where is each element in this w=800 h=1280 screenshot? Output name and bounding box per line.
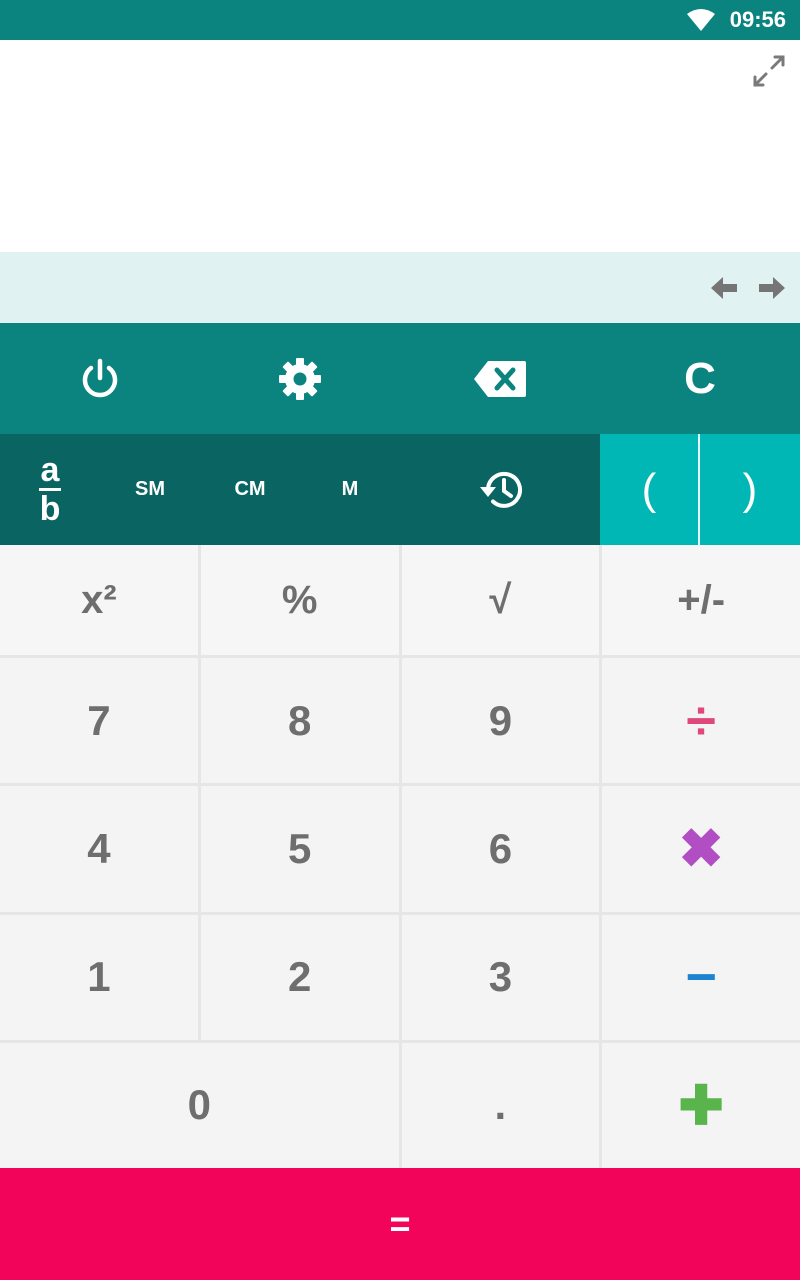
close-paren-button[interactable]: ) [700, 434, 800, 545]
square-button[interactable]: x² [0, 545, 198, 655]
calculator-app: 09:56 C a b SM CM M () x² % √ +/- 7 8 9… [0, 0, 800, 1280]
digit-3-button[interactable]: 3 [401, 914, 600, 1040]
arrow-left-icon[interactable] [709, 274, 739, 302]
add-symbol: ✚ [678, 1075, 724, 1136]
history-button[interactable] [400, 434, 600, 545]
digit-4-button[interactable]: 4 [0, 786, 198, 912]
status-time: 09:56 [729, 7, 786, 32]
digit-8-button[interactable]: 8 [200, 658, 399, 784]
backspace-icon [474, 360, 526, 397]
multiply-symbol: ✖ [678, 819, 724, 880]
status-bar: 09:56 [0, 0, 800, 40]
divide-button[interactable]: ÷ [602, 658, 800, 784]
settings-button[interactable] [200, 323, 400, 434]
memory-recall-button[interactable]: M [300, 434, 400, 545]
memory-clear-button[interactable]: CM [200, 434, 300, 545]
fullscreen-icon[interactable] [752, 54, 786, 88]
sign-toggle-button[interactable]: +/- [602, 545, 800, 655]
display-area [0, 40, 800, 252]
digit-9-button[interactable]: 9 [401, 658, 600, 784]
add-button[interactable]: ✚ [602, 1042, 800, 1168]
wifi-icon [687, 9, 715, 31]
memory-row: a b SM CM M ( ) [0, 434, 800, 545]
fraction-denominator: b [39, 490, 61, 528]
history-bar [0, 252, 800, 323]
decimal-button[interactable]: . [401, 1042, 600, 1168]
toolbar: C [0, 323, 800, 434]
subtract-symbol: − [685, 947, 717, 1008]
divide-symbol: ÷ [686, 690, 716, 751]
sqrt-button[interactable]: √ [401, 545, 600, 655]
clear-label: C [684, 353, 716, 403]
percent-button[interactable]: % [200, 545, 399, 655]
fraction-icon: a b [39, 451, 61, 528]
gear-icon [279, 357, 321, 400]
digit-5-button[interactable]: 5 [200, 786, 399, 912]
equals-button[interactable]: = [0, 1168, 800, 1280]
multiply-button[interactable]: ✖ [602, 786, 800, 912]
fraction-button[interactable]: a b [0, 434, 100, 545]
memory-save-button[interactable]: SM [100, 434, 200, 545]
memory-group: a b SM CM M [0, 434, 600, 545]
digit-0-button[interactable]: 0 [0, 1042, 399, 1168]
clear-button[interactable]: C [600, 323, 800, 434]
digit-2-button[interactable]: 2 [200, 914, 399, 1040]
subtract-button[interactable]: − [602, 914, 800, 1040]
power-icon [82, 358, 118, 397]
arrow-right-icon[interactable] [757, 274, 787, 302]
digit-1-button[interactable]: 1 [0, 914, 198, 1040]
fraction-numerator: a [40, 451, 60, 489]
backspace-button[interactable] [400, 323, 600, 434]
digit-6-button[interactable]: 6 [401, 786, 600, 912]
open-paren-button[interactable]: ( [600, 434, 700, 545]
digit-7-button[interactable]: 7 [0, 658, 198, 784]
history-icon [480, 471, 522, 508]
power-button[interactable] [0, 323, 200, 434]
keypad: x² % √ +/- 7 8 9 ÷ 4 5 6 ✖ 1 2 3 − 0 . ✚ [0, 545, 800, 1168]
